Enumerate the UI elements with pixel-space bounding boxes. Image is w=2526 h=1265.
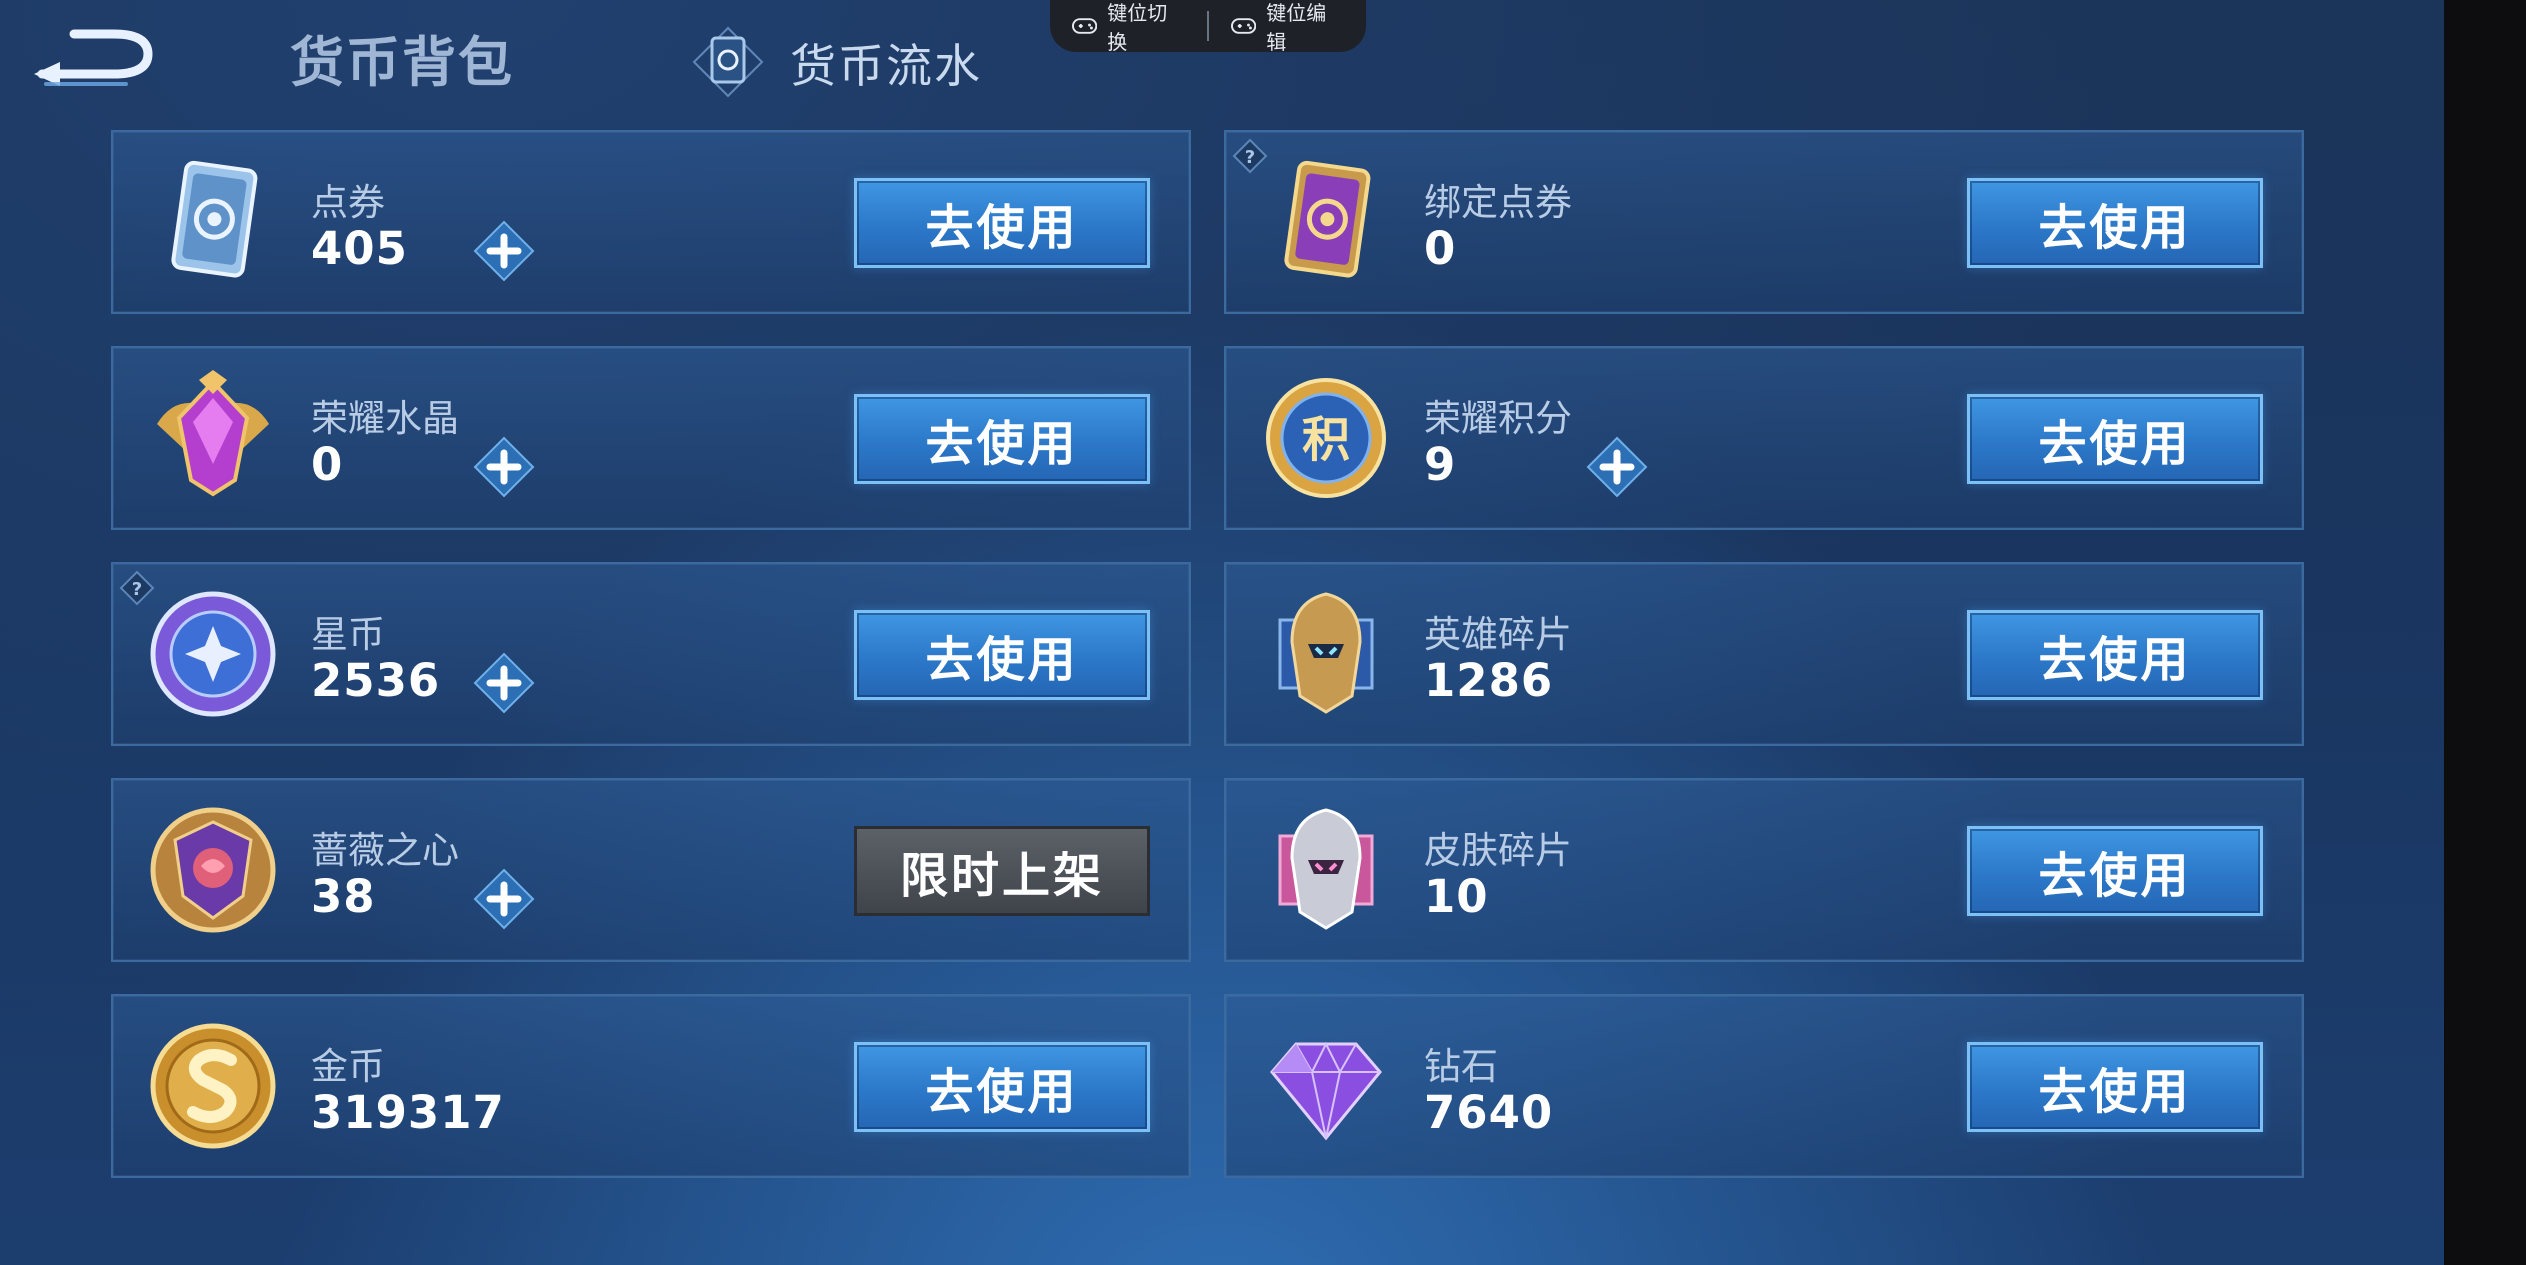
glory-points-icon: 积	[1266, 378, 1386, 498]
limited-time-button: 限时上架	[854, 826, 1150, 916]
use-button[interactable]: 去使用	[1967, 610, 2263, 700]
currency-name: 皮肤碎片	[1424, 829, 1572, 872]
diamond-icon	[1270, 1041, 1382, 1141]
keymap-edit-button[interactable]: 键位编辑	[1209, 0, 1366, 54]
tab-currency-flow[interactable]: 货币流水	[790, 30, 982, 96]
use-button[interactable]: 去使用	[854, 610, 1150, 700]
currency-name: 点券	[311, 181, 385, 224]
add-star-coin-plus-icon[interactable]	[473, 652, 535, 714]
screen-edge-strip	[2444, 0, 2526, 1265]
currency-card-gold-coin: 金币 319317 去使用	[111, 994, 1191, 1178]
currency-name: 荣耀积分	[1424, 397, 1572, 440]
currency-card-diamond: 钻石 7640 去使用	[1224, 994, 2304, 1178]
currency-screen: 货币背包 货币流水 点券 405 去使用 ? 绑定点券 0 去使用 荣耀水晶 0…	[0, 0, 2444, 1265]
currency-card-star-coin: ? 星币 2536 去使用	[111, 562, 1191, 746]
currency-name: 钻石	[1424, 1045, 1498, 1088]
keymap-toolbar: 键位切换 键位编辑	[1050, 0, 1366, 54]
currency-name: 荣耀水晶	[311, 397, 459, 440]
currency-amount: 0	[311, 438, 344, 491]
star-coin-icon	[150, 591, 276, 717]
currency-amount: 0	[1424, 222, 1457, 275]
currency-name: 绑定点券	[1424, 181, 1572, 224]
add-glory-crystal-plus-icon[interactable]	[473, 436, 535, 498]
svg-text:?: ?	[132, 579, 142, 600]
back-arrow-icon[interactable]	[30, 22, 160, 92]
svg-text:?: ?	[1245, 147, 1255, 168]
gamepad-icon	[1072, 18, 1098, 34]
glory-crystal-icon	[157, 370, 269, 497]
currency-amount: 7640	[1424, 1086, 1554, 1139]
keymap-switch-label: 键位切换	[1107, 1, 1168, 54]
rose-heart-icon	[150, 807, 276, 933]
currency-name: 星币	[311, 613, 385, 656]
currency-amount: 38	[311, 870, 376, 923]
currency-card-glory-crystal: 荣耀水晶 0 去使用	[111, 346, 1191, 530]
currency-amount: 319317	[311, 1086, 505, 1139]
currency-card-coupon: 点券 405 去使用	[111, 130, 1191, 314]
use-button[interactable]: 去使用	[854, 1042, 1150, 1132]
currency-name: 金币	[311, 1045, 385, 1088]
currency-name: 英雄碎片	[1424, 613, 1572, 656]
add-coupon-plus-icon[interactable]	[473, 220, 535, 282]
use-button[interactable]: 去使用	[854, 178, 1150, 268]
currency-flow-icon	[692, 26, 764, 98]
tab-currency-bag[interactable]: 货币背包	[290, 18, 514, 97]
currency-card-hero-fragment: 英雄碎片 1286 去使用	[1224, 562, 2304, 746]
currency-card-glory-points: 积 荣耀积分 9 去使用	[1224, 346, 2304, 530]
currency-card-skin-fragment: 皮肤碎片 10 去使用	[1224, 778, 2304, 962]
svg-text:积: 积	[1302, 412, 1350, 468]
add-rose-heart-plus-icon[interactable]	[473, 868, 535, 930]
coupon-icon	[171, 160, 258, 278]
use-button[interactable]: 去使用	[1967, 178, 2263, 268]
use-button[interactable]: 去使用	[1967, 1042, 2263, 1132]
hero-fragment-icon	[1278, 592, 1374, 714]
currency-card-bound-coupon: ? 绑定点券 0 去使用	[1224, 130, 2304, 314]
currency-amount: 1286	[1424, 654, 1554, 707]
gamepad-icon	[1230, 18, 1257, 34]
bound-coupon-icon	[1284, 160, 1371, 278]
currency-amount: 9	[1424, 438, 1457, 491]
use-button[interactable]: 去使用	[1967, 394, 2263, 484]
use-button[interactable]: 去使用	[1967, 826, 2263, 916]
currency-amount: 2536	[311, 654, 441, 707]
currency-amount: 405	[311, 222, 408, 275]
keymap-switch-button[interactable]: 键位切换	[1050, 0, 1207, 54]
currency-amount: 10	[1424, 870, 1489, 923]
currency-name: 蔷薇之心	[311, 829, 459, 872]
gold-coin-icon	[150, 1023, 276, 1149]
skin-fragment-icon	[1278, 808, 1374, 930]
keymap-edit-label: 键位编辑	[1266, 1, 1327, 54]
add-glory-points-plus-icon[interactable]	[1586, 436, 1648, 498]
use-button[interactable]: 去使用	[854, 394, 1150, 484]
currency-card-rose-heart: 蔷薇之心 38 限时上架	[111, 778, 1191, 962]
